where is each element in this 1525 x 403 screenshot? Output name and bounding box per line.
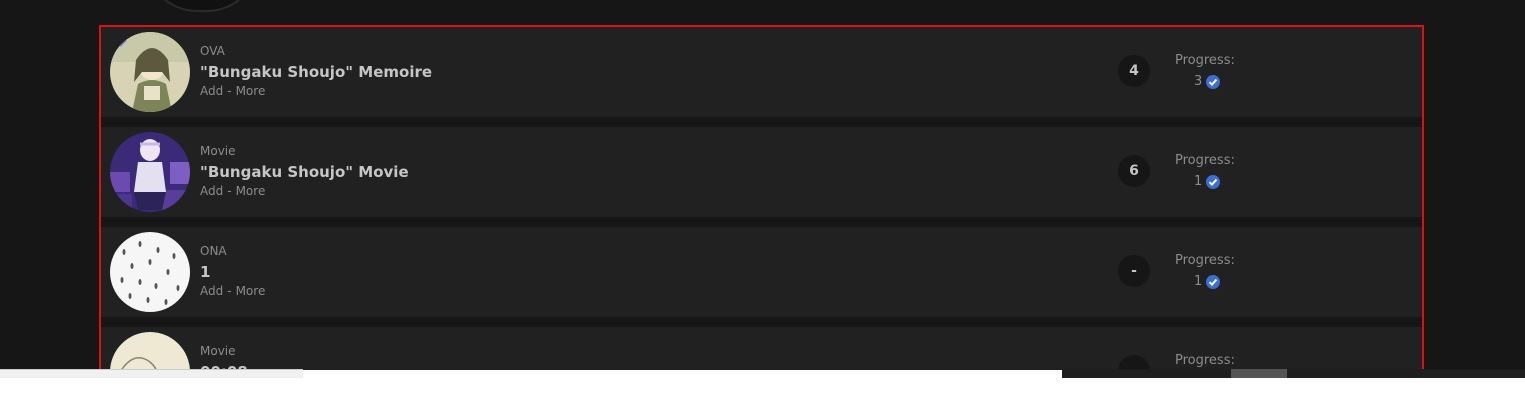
add-link[interactable]: Add	[200, 284, 223, 298]
action-separator: -	[227, 184, 232, 198]
media-type: Movie	[200, 344, 236, 358]
scrollbar-thumb[interactable]	[1231, 369, 1287, 378]
progress-label: Progress:	[1175, 153, 1235, 168]
entry-actions: Add - More	[200, 184, 265, 198]
progress-label: Progress:	[1175, 353, 1235, 368]
media-type: ONA	[200, 244, 227, 258]
entry-actions: Add - More	[200, 84, 265, 98]
more-link[interactable]: More	[236, 184, 266, 198]
cover-thumbnail[interactable]	[110, 132, 190, 212]
add-link[interactable]: Add	[200, 84, 223, 98]
list-item: OVA "Bungaku Shoujo" Memoire Add - More 4 …	[101, 27, 1422, 117]
list-item: ONA 1 Add - More - Progress: 1	[101, 227, 1422, 317]
list-item: Movie "Bungaku Shoujo" Movie Add - More 6 …	[101, 127, 1422, 217]
progress-label: Progress:	[1175, 53, 1235, 68]
horizontal-scrollbar-track[interactable]	[0, 369, 303, 378]
progress-value: 1	[1194, 174, 1221, 189]
check-circle-icon	[1206, 174, 1221, 189]
cover-thumbnail[interactable]	[110, 32, 190, 112]
anime-title[interactable]: "Bungaku Shoujo" Memoire	[200, 63, 432, 81]
more-link[interactable]: More	[236, 84, 266, 98]
score-badge: 4	[1118, 55, 1150, 87]
horizontal-scrollbar-track-dark[interactable]	[1062, 369, 1525, 378]
score-badge: -	[1118, 255, 1150, 287]
score-badge: 6	[1118, 155, 1150, 187]
more-link[interactable]: More	[236, 284, 266, 298]
anime-title[interactable]: "Bungaku Shoujo" Movie	[200, 163, 409, 181]
previous-entry-avatar	[145, 0, 259, 12]
entry-actions: Add - More	[200, 284, 265, 298]
progress-count: 3	[1194, 74, 1203, 89]
progress-label: Progress:	[1175, 253, 1235, 268]
anime-list-highlight: OVA "Bungaku Shoujo" Memoire Add - More 4 …	[99, 25, 1424, 376]
anime-title[interactable]: 1	[200, 263, 210, 281]
progress-value: 1	[1194, 274, 1221, 289]
action-separator: -	[227, 284, 232, 298]
add-link[interactable]: Add	[200, 184, 223, 198]
action-separator: -	[227, 84, 232, 98]
progress-value: 3	[1194, 74, 1221, 89]
check-circle-icon	[1206, 74, 1221, 89]
media-type: Movie	[200, 144, 236, 158]
check-circle-icon	[1206, 274, 1221, 289]
progress-count: 1	[1194, 174, 1203, 189]
progress-count: 1	[1194, 274, 1203, 289]
cover-thumbnail[interactable]	[110, 232, 190, 312]
media-type: OVA	[200, 44, 225, 58]
